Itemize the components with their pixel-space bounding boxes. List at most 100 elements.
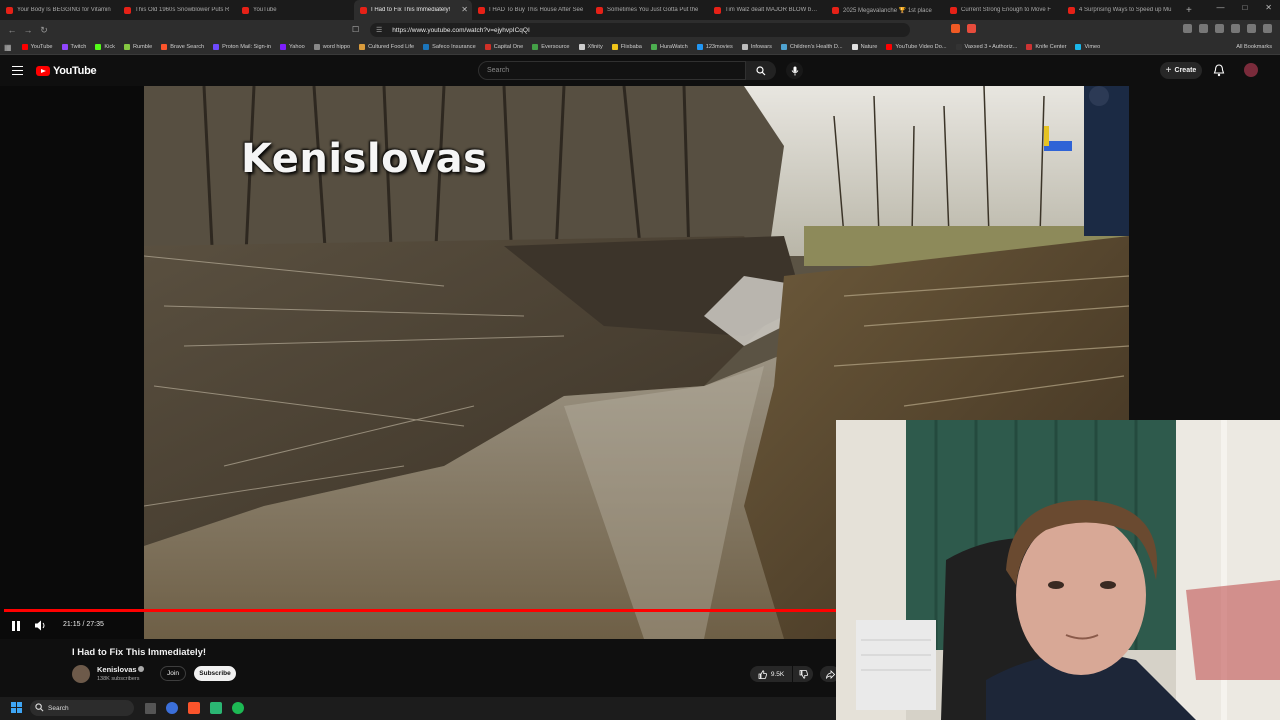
browser-tab[interactable]: Sometimes You Just Gotta Put the: [590, 0, 708, 20]
bookmark-item[interactable]: Eversource: [532, 44, 570, 50]
browser-tab[interactable]: 4 Surprising Ways to Speed up Mu: [1062, 0, 1180, 20]
spotify-icon[interactable]: [232, 702, 244, 714]
back-icon[interactable]: ←: [4, 25, 20, 35]
edge-browser-icon[interactable]: [166, 702, 178, 714]
rewards-icon[interactable]: [967, 24, 976, 33]
dislike-button[interactable]: [793, 666, 813, 682]
bookmark-item[interactable]: Yahoo: [279, 44, 305, 50]
volume-icon[interactable]: [34, 619, 47, 632]
window-controls: — □ ✕: [1216, 3, 1272, 12]
apps-grid-icon[interactable]: ▦: [4, 43, 12, 52]
channel-name[interactable]: Kenislovas: [97, 665, 137, 674]
bookmark-item[interactable]: Infowars: [741, 44, 772, 50]
minimize-icon[interactable]: —: [1216, 3, 1224, 12]
wallet-icon[interactable]: [1231, 24, 1240, 33]
channel-avatar[interactable]: [72, 665, 90, 683]
browser-tab[interactable]: YouTube: [236, 0, 354, 20]
browser-tab[interactable]: Your Body Is BEGGING for Vitamin: [0, 0, 118, 20]
pause-icon[interactable]: [10, 620, 22, 632]
bookmark-item[interactable]: Proton Mail: Sign-in: [213, 44, 271, 50]
bookmark-item[interactable]: Safeco Insurance: [423, 44, 476, 50]
bookmark-item[interactable]: Kick: [95, 44, 115, 50]
bookmark-item[interactable]: Capital One: [484, 44, 524, 50]
bookmark-list: YouTube Twitch Kick Rumble Brave Search Proto…: [21, 44, 1110, 50]
tab-favicon-icon: [596, 6, 603, 14]
bookmark-favicon-icon: [578, 44, 585, 50]
all-bookmarks[interactable]: All Bookmarks: [1236, 44, 1272, 50]
bookmark-favicon-icon: [1075, 44, 1082, 50]
bookmark-item[interactable]: Flixbaba: [611, 44, 642, 50]
windows-start-icon[interactable]: [11, 702, 22, 713]
browser-tab[interactable]: 2025 Megavalanche 🏆 1st place: [826, 0, 944, 20]
tab-label: 4 Surprising Ways to Speed up Mu: [1079, 7, 1172, 13]
sidebar-icon[interactable]: [1183, 24, 1192, 33]
bookmark-item[interactable]: YouTube: [21, 44, 53, 50]
vpn-icon[interactable]: [1247, 24, 1256, 33]
bookmark-item[interactable]: HuraWatch: [650, 44, 688, 50]
tab-label: Current Strong Enough to Move F: [961, 7, 1052, 13]
bookmark-item[interactable]: Children's Health D...: [780, 44, 843, 50]
brave-browser-icon[interactable]: [188, 702, 200, 714]
url-text: https://www.youtube.com/watch?v=ejyhvpIC…: [392, 26, 530, 34]
bookmark-item[interactable]: word hippo: [313, 44, 350, 50]
like-count: 9.5K: [770, 670, 785, 678]
tab-favicon-icon: [1068, 6, 1075, 14]
create-button[interactable]: + Create: [1160, 62, 1202, 79]
bookmark-item[interactable]: 123movies: [696, 44, 733, 50]
close-window-icon[interactable]: ✕: [1265, 3, 1272, 12]
bookmark-item[interactable]: Rumble: [123, 44, 153, 50]
maximize-icon[interactable]: □: [1242, 3, 1247, 12]
bookmark-label: Vimeo: [1084, 44, 1101, 50]
voice-search-button[interactable]: [786, 62, 803, 79]
bookmark-item[interactable]: Brave Search: [161, 44, 204, 50]
bookmark-favicon-icon: [123, 44, 130, 50]
guide-menu-icon[interactable]: [12, 66, 23, 75]
like-button[interactable]: 9.5K: [750, 666, 792, 682]
browser-tab[interactable]: Current Strong Enough to Move F: [944, 0, 1062, 20]
bookmark-label: Eversource: [541, 44, 570, 50]
bookmark-favicon-icon: [650, 44, 657, 50]
youtube-logo[interactable]: YouTube: [36, 65, 97, 77]
bookmark-label: Vaxxed 3 • Authoriz...: [964, 44, 1018, 50]
site-info-icon[interactable]: ☰: [376, 26, 382, 34]
tab-favicon-icon: [950, 6, 957, 14]
bookmark-label: 123movies: [705, 44, 733, 50]
bookmark-favicon-icon: [21, 44, 28, 50]
music-icon[interactable]: [1199, 24, 1208, 33]
bookmark-item[interactable]: Cultured Food Life: [359, 44, 414, 50]
search-button[interactable]: [746, 61, 776, 80]
tab-label: 2025 Megavalanche 🏆 1st place: [843, 7, 932, 14]
browser-tab[interactable]: Tim Walz dealt MAJOR BLOW by w: [708, 0, 826, 20]
task-view-icon[interactable]: [145, 703, 156, 714]
url-field[interactable]: ☰ https://www.youtube.com/watch?v=ejyhvp…: [370, 23, 910, 37]
brave-shield-icon[interactable]: [951, 24, 960, 33]
tab-favicon-icon: [832, 6, 839, 14]
bookmark-label: Rumble: [132, 44, 153, 50]
bookmark-item[interactable]: Vimeo: [1075, 44, 1100, 50]
new-tab-icon[interactable]: +: [1180, 5, 1198, 16]
browser-tab[interactable]: I HAD To Buy This House After See: [472, 0, 590, 20]
bookmark-label: Capital One: [493, 44, 524, 50]
notifications-bell-icon[interactable]: [1213, 64, 1225, 77]
taskbar-search[interactable]: Search: [30, 700, 134, 716]
bookmark-item[interactable]: Knife Center: [1026, 44, 1066, 50]
bookmark-icon[interactable]: ☐: [352, 25, 359, 34]
menu-icon[interactable]: [1263, 24, 1272, 33]
bookmark-item[interactable]: Vaxxed 3 • Authoriz...: [955, 44, 1018, 50]
search-input[interactable]: Search: [478, 61, 746, 80]
browser-tab[interactable]: This Old 1960s Snowblower Puts R: [118, 0, 236, 20]
forward-icon[interactable]: →: [20, 25, 36, 35]
subscribe-button[interactable]: Subscribe: [194, 666, 236, 681]
thumbs-up-icon: [758, 669, 767, 679]
bookmark-item[interactable]: Nature: [851, 44, 877, 50]
extension-icon[interactable]: [1215, 24, 1224, 33]
join-button[interactable]: Join: [160, 666, 186, 681]
bookmark-item[interactable]: YouTube Video Do...: [886, 44, 947, 50]
browser-tab[interactable]: I Had to Fix This Immediately! ✕: [354, 0, 472, 20]
reload-icon[interactable]: ↻: [36, 25, 52, 36]
account-avatar[interactable]: [1244, 63, 1258, 77]
bookmark-item[interactable]: Twitch: [61, 44, 86, 50]
bookmark-item[interactable]: Xfinity: [578, 44, 603, 50]
app-icon[interactable]: [210, 702, 222, 714]
close-tab-icon[interactable]: ✕: [461, 5, 468, 14]
